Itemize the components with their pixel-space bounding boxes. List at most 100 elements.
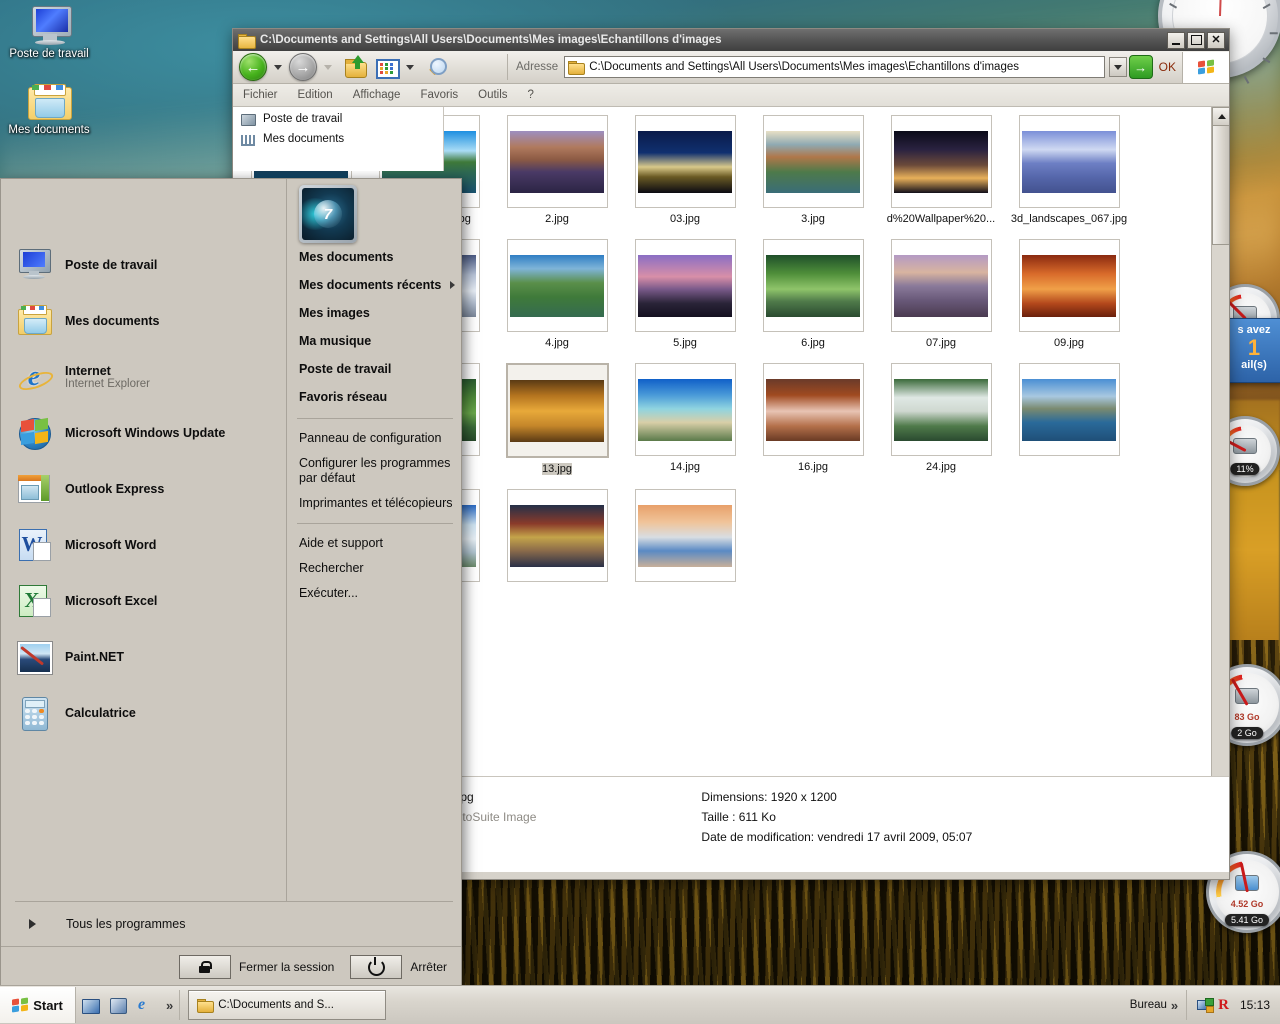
- tree-item-poste-de-travail[interactable]: Poste de travail: [233, 109, 443, 129]
- user-avatar[interactable]: 7: [298, 185, 357, 243]
- close-button[interactable]: ✕: [1207, 31, 1225, 49]
- taskbar[interactable]: Start e » C:\Documents and S... Bureau »: [0, 985, 1280, 1024]
- go-button[interactable]: →: [1128, 55, 1153, 79]
- thumbnail-item[interactable]: 13.jpg: [493, 363, 621, 475]
- mail-notification-gadget[interactable]: s avez 1 ail(s): [1222, 318, 1280, 383]
- start-menu-item-microsoft-excel[interactable]: X Microsoft Excel: [1, 573, 286, 629]
- details-size: Taille : 611 Ko: [701, 810, 776, 824]
- start-menu-item-outlook-express[interactable]: Outlook Express: [1, 461, 286, 517]
- start-menu-right-item[interactable]: Imprimantes et télécopieurs: [295, 491, 461, 516]
- internet-explorer-icon[interactable]: e: [138, 996, 156, 1014]
- thumbnail-item[interactable]: [493, 489, 621, 587]
- start-menu-item-internet-explorer[interactable]: e Internet Internet Explorer: [1, 349, 286, 405]
- thumbnail-item[interactable]: 09.jpg: [1005, 239, 1133, 349]
- shutdown-button[interactable]: [350, 955, 403, 979]
- back-button[interactable]: ←: [239, 53, 267, 81]
- thumbnail-item[interactable]: [621, 489, 749, 587]
- thumbnail-item[interactable]: 3.jpg: [749, 115, 877, 225]
- tray-overflow-chevron-icon[interactable]: »: [1171, 998, 1178, 1013]
- tree-item-mes-documents[interactable]: Mes documents: [233, 129, 443, 149]
- thumbnail-item[interactable]: 24.jpg: [877, 363, 1005, 475]
- paint-net-icon: [17, 640, 52, 674]
- maximize-button[interactable]: [1187, 31, 1205, 49]
- thumbnail-item[interactable]: 16.jpg: [749, 363, 877, 475]
- media-player-icon[interactable]: [110, 996, 128, 1014]
- start-menu-right-item[interactable]: Exécuter...: [295, 581, 461, 606]
- start-menu-right-label: Panneau de configuration: [298, 431, 442, 445]
- menu-help[interactable]: ?: [528, 89, 534, 101]
- start-menu[interactable]: Poste de travail Mes documents e Internet In…: [0, 178, 462, 988]
- logoff-label[interactable]: Fermer la session: [239, 960, 334, 974]
- thumbnail-image: [510, 379, 604, 442]
- network-icon[interactable]: [1197, 998, 1215, 1013]
- thumbnail-item[interactable]: 6.jpg: [749, 239, 877, 349]
- system-tray[interactable]: Bureau » R 15:13: [1130, 990, 1280, 1020]
- documents-icon: [241, 132, 257, 146]
- minimize-button[interactable]: [1167, 31, 1185, 49]
- start-menu-item-computer[interactable]: Poste de travail: [1, 237, 286, 293]
- thumbnail-item[interactable]: d%20Wallpaper%20...: [877, 115, 1005, 225]
- address-input[interactable]: [587, 60, 1104, 74]
- menu-outils[interactable]: Outils: [478, 89, 507, 101]
- thumbnail-item[interactable]: 3d_landscapes_067.jpg: [1005, 115, 1133, 225]
- back-history-chevron-down-icon[interactable]: [274, 64, 282, 70]
- start-menu-item-microsoft-word[interactable]: W Microsoft Word: [1, 517, 286, 573]
- all-programs-button[interactable]: Tous les programmes: [15, 901, 453, 946]
- scrollbar-thumb[interactable]: [1212, 125, 1229, 245]
- desktop-icon-mes-documents[interactable]: Mes documents: [4, 84, 94, 137]
- tray-icons[interactable]: R 15:13: [1186, 990, 1280, 1020]
- address-bar[interactable]: [564, 56, 1105, 78]
- start-menu-left-column[interactable]: Poste de travail Mes documents e Internet In…: [1, 179, 287, 901]
- start-menu-right-column[interactable]: 7 Mes documents Mes documents récents Mes …: [287, 179, 461, 901]
- start-button[interactable]: Start: [0, 987, 76, 1023]
- window-titlebar[interactable]: C:\Documents and Settings\All Users\Docu…: [233, 29, 1229, 51]
- quick-launch-bar[interactable]: e »: [76, 990, 181, 1020]
- thumbnail-item[interactable]: 07.jpg: [877, 239, 1005, 349]
- folder-tree-pane[interactable]: Poste de travail Mes documents: [233, 107, 444, 171]
- start-menu-right-item[interactable]: Mes documents récents: [295, 271, 461, 299]
- toolbar-bureau-label[interactable]: Bureau: [1130, 999, 1167, 1011]
- thumbnail-item[interactable]: 5.jpg: [621, 239, 749, 349]
- start-menu-item-folder-documents[interactable]: Mes documents: [1, 293, 286, 349]
- thumbnail-item[interactable]: 4.jpg: [493, 239, 621, 349]
- menu-favoris[interactable]: Favoris: [420, 89, 458, 101]
- views-chevron-down-icon[interactable]: [406, 64, 414, 70]
- search-button[interactable]: [425, 55, 451, 79]
- start-menu-right-item[interactable]: Rechercher: [295, 556, 461, 581]
- explorer-menubar[interactable]: Fichier Edition Affichage Favoris Outils…: [233, 84, 1229, 107]
- thumbnail-item[interactable]: 14.jpg: [621, 363, 749, 475]
- start-menu-right-item[interactable]: Mes images: [295, 299, 461, 327]
- desktop-icon-poste-de-travail[interactable]: Poste de travail: [4, 6, 94, 61]
- start-menu-right-item[interactable]: Configurer les programmes par défaut: [295, 451, 461, 491]
- start-menu-right-item[interactable]: Ma musique: [295, 327, 461, 355]
- address-dropdown-button[interactable]: [1108, 57, 1127, 77]
- start-menu-item-paint-net[interactable]: Paint.NET: [1, 629, 286, 685]
- forward-button[interactable]: →: [289, 53, 317, 81]
- show-desktop-icon[interactable]: [82, 996, 100, 1014]
- menu-edition[interactable]: Edition: [298, 89, 333, 101]
- start-menu-right-item[interactable]: Favoris réseau: [295, 383, 461, 411]
- quick-launch-overflow-chevron-icon[interactable]: »: [166, 998, 173, 1013]
- logoff-button[interactable]: [178, 955, 231, 979]
- menu-fichier[interactable]: Fichier: [243, 89, 278, 101]
- thumbnail-item[interactable]: 2.jpg: [493, 115, 621, 225]
- views-button[interactable]: [373, 55, 400, 79]
- start-menu-right-item[interactable]: Poste de travail: [295, 355, 461, 383]
- start-menu-right-item[interactable]: Aide et support: [295, 531, 461, 556]
- menu-affichage[interactable]: Affichage: [353, 89, 401, 101]
- scroll-up-button[interactable]: [1212, 107, 1229, 126]
- shutdown-label[interactable]: Arrêter: [410, 960, 447, 974]
- start-menu-item-calculator[interactable]: Calculatrice: [1, 685, 286, 741]
- avira-antivirus-icon[interactable]: R: [1218, 997, 1229, 1013]
- taskbar-item-explorer[interactable]: C:\Documents and S...: [188, 990, 387, 1020]
- go-label: OK: [1158, 60, 1176, 74]
- tray-clock[interactable]: 15:13: [1234, 998, 1270, 1012]
- thumbnail-item[interactable]: 03.jpg: [621, 115, 749, 225]
- thumbnail-item[interactable]: [1005, 363, 1133, 475]
- up-folder-button[interactable]: [343, 55, 369, 79]
- explorer-toolbar[interactable]: ← → Adresse C:\Documents and Settings\Al…: [233, 51, 1229, 84]
- start-menu-right-item[interactable]: Mes documents: [295, 243, 461, 271]
- start-menu-item-windows-update[interactable]: Microsoft Windows Update: [1, 405, 286, 461]
- start-menu-right-item[interactable]: Panneau de configuration: [295, 426, 461, 451]
- vertical-scrollbar[interactable]: [1211, 107, 1229, 872]
